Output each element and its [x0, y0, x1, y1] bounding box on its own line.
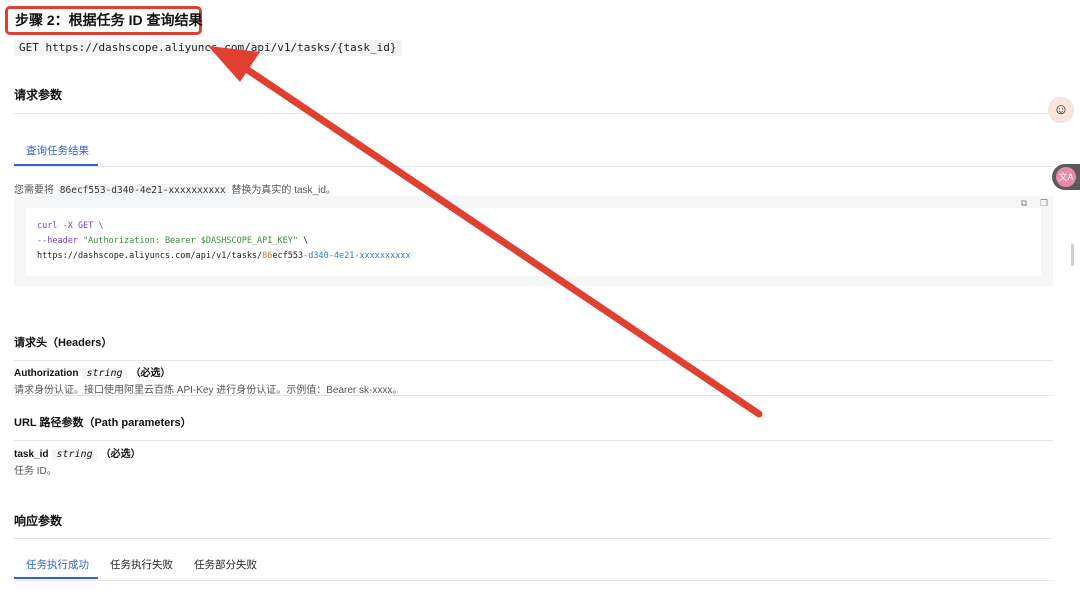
annotation-arrow — [208, 46, 763, 418]
arrow-shaft — [232, 58, 763, 418]
